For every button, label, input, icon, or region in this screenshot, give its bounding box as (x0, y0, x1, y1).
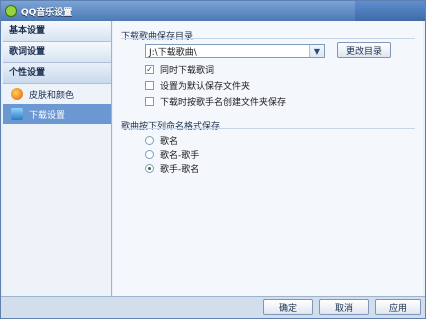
naming-label-artist-song: 歌手-歌名 (160, 165, 200, 175)
artist-folder-checkbox[interactable] (145, 97, 154, 106)
naming-label-song-artist: 歌名-歌手 (160, 151, 200, 161)
settings-sidebar: 基本设置 歌词设置 个性设置 皮肤和颜色 下载设置 (3, 21, 112, 298)
naming-option-artist-song[interactable]: 歌手-歌名 (145, 162, 199, 175)
sidebar-item-skin[interactable]: 皮肤和颜色 (3, 84, 111, 104)
radio-selected-dot (148, 167, 151, 170)
download-lyrics-label: 同时下载歌词 (160, 66, 215, 76)
naming-group-title: 歌曲按下列命名格式保存 (121, 122, 221, 132)
title-bar-controls-area (355, 1, 425, 21)
artist-folder-option[interactable]: 下载时按歌手名创建文件夹保存 (145, 95, 286, 108)
apply-button[interactable]: 应用 (375, 299, 421, 315)
window-title: QQ音乐设置 (21, 7, 73, 18)
group-divider (121, 38, 415, 39)
sidebar-section-personal[interactable]: 个性设置 (3, 63, 111, 84)
naming-label-song: 歌名 (160, 137, 179, 147)
download-path-value: J:\下载歌曲\ (149, 47, 197, 58)
download-lyrics-checkbox[interactable]: ✓ (145, 65, 154, 74)
naming-radio-song-artist[interactable] (145, 150, 154, 159)
sidebar-item-label: 皮肤和颜色 (29, 90, 75, 101)
default-folder-label: 设置为默认保存文件夹 (160, 82, 251, 92)
naming-option-song[interactable]: 歌名 (145, 134, 178, 147)
naming-radio-artist-song[interactable] (145, 164, 154, 173)
download-icon (11, 108, 23, 120)
sidebar-section-basic[interactable]: 基本设置 (3, 21, 111, 42)
qq-music-icon (5, 5, 17, 17)
default-folder-checkbox[interactable] (145, 81, 154, 90)
sidebar-item-label: 下载设置 (29, 110, 66, 121)
naming-radio-song[interactable] (145, 136, 154, 145)
default-folder-option[interactable]: 设置为默认保存文件夹 (145, 79, 250, 92)
dialog-footer: 确定 取消 应用 (1, 296, 425, 318)
naming-option-song-artist[interactable]: 歌名-歌手 (145, 148, 199, 161)
ok-button[interactable]: 确定 (263, 299, 313, 315)
download-path-combo[interactable]: J:\下载歌曲\ ▼ (145, 44, 325, 58)
sidebar-item-download[interactable]: 下载设置 (3, 104, 111, 124)
title-bar[interactable]: QQ音乐设置 (1, 1, 425, 21)
artist-folder-label: 下载时按歌手名创建文件夹保存 (160, 98, 287, 108)
download-dir-group-title: 下载歌曲保存目录 (121, 32, 194, 42)
skin-icon (11, 88, 23, 100)
download-settings-panel: 下载歌曲保存目录 J:\下载歌曲\ ▼ 更改目录 ✓ 同时下载歌词 设置为默认保… (113, 21, 423, 298)
cancel-button[interactable]: 取消 (319, 299, 369, 315)
chevron-down-icon[interactable]: ▼ (309, 45, 324, 57)
sidebar-section-lyrics[interactable]: 歌词设置 (3, 42, 111, 63)
change-directory-button[interactable]: 更改目录 (337, 42, 391, 58)
download-lyrics-option[interactable]: ✓ 同时下载歌词 (145, 63, 214, 76)
group-divider (121, 128, 415, 129)
settings-window: QQ音乐设置 基本设置 歌词设置 个性设置 皮肤和颜色 下载设置 下载歌曲保存目… (0, 0, 426, 319)
